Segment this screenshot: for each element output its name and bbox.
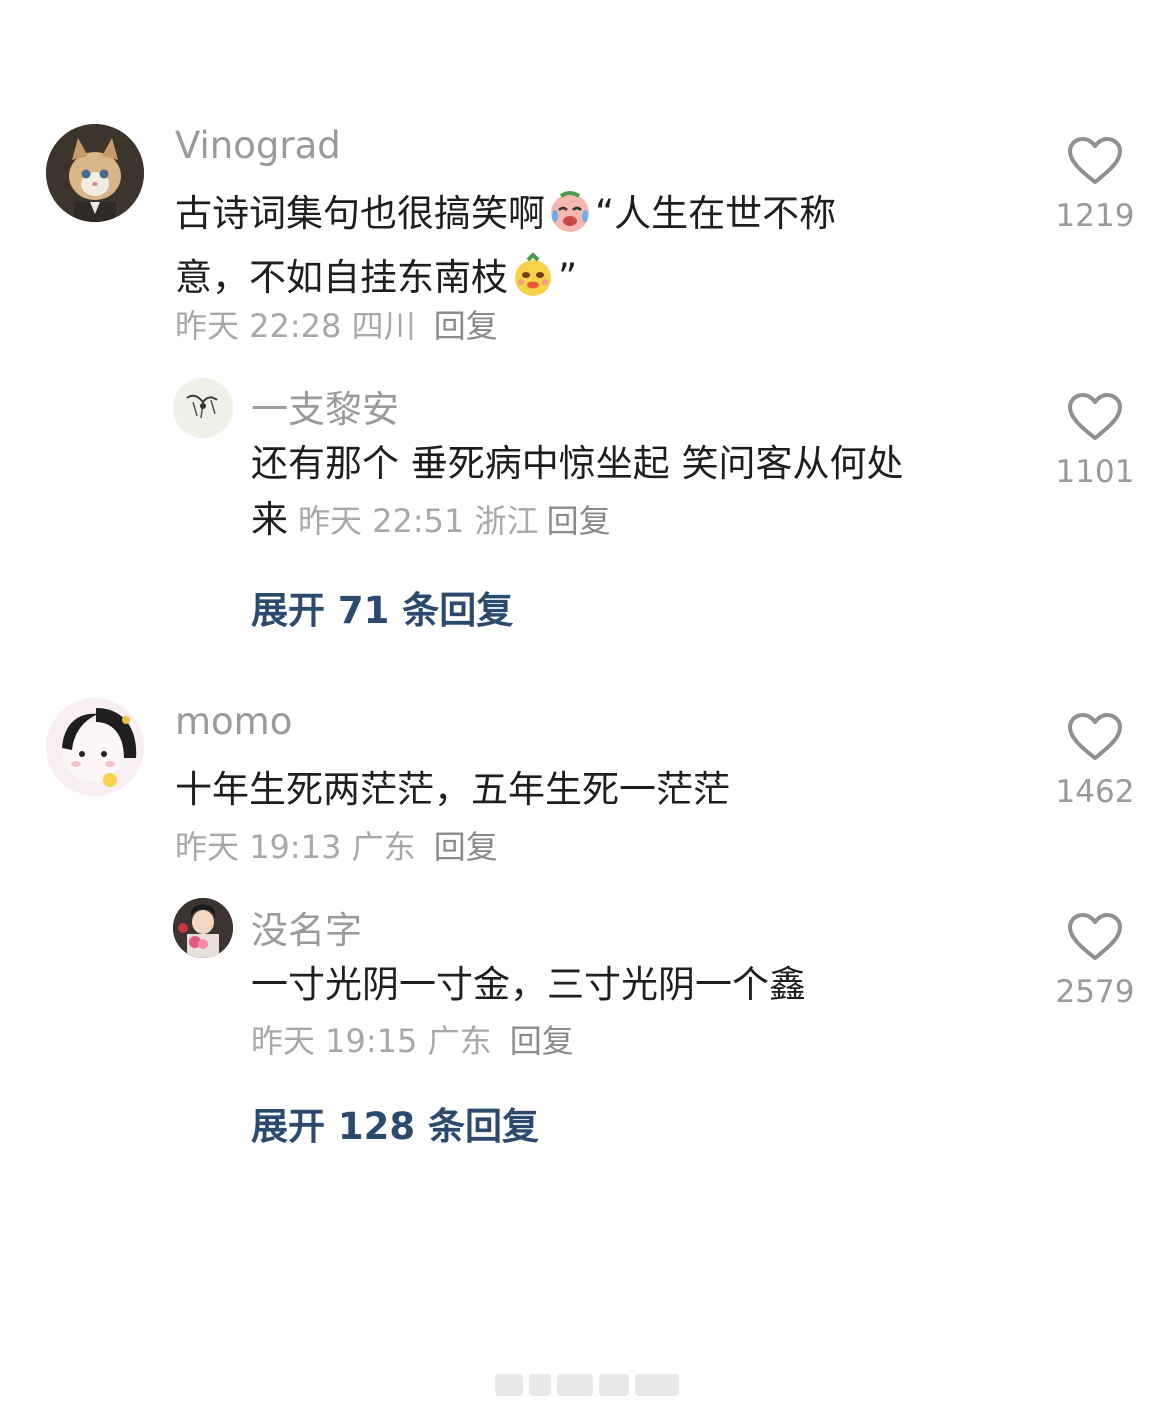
- like-button[interactable]: 1462: [1040, 712, 1150, 810]
- like-button[interactable]: 2579: [1040, 912, 1150, 1010]
- comment-location: 四川: [351, 307, 416, 345]
- heart-icon: [1068, 393, 1122, 440]
- reply-button[interactable]: 回复: [434, 307, 498, 345]
- reply-username[interactable]: 没名字: [251, 900, 362, 954]
- heart-icon: [1068, 913, 1122, 960]
- laughing-crying-emoji-icon: [547, 188, 593, 250]
- comment-location: 广东: [351, 828, 416, 866]
- avatar-reply-user[interactable]: [173, 898, 233, 958]
- reply-button[interactable]: 回复: [510, 1022, 574, 1060]
- comment-meta: 昨天 22:28 四川 回复: [175, 301, 498, 347]
- smirk-emoji-icon: [510, 252, 556, 314]
- expand-replies-link[interactable]: 展开 128 条回复: [251, 1096, 539, 1150]
- comment-time: 昨天 22:28: [175, 307, 342, 345]
- like-count: 2579: [1055, 974, 1135, 1010]
- heart-icon: [1068, 137, 1122, 184]
- reply-text: 一寸光阴一寸金，三寸光阴一个鑫: [251, 963, 806, 1006]
- comment-time: 昨天 19:13: [175, 828, 342, 866]
- reply-button[interactable]: 回复: [434, 828, 498, 866]
- comment-username[interactable]: momo: [175, 700, 292, 743]
- avatar-reply-user[interactable]: [173, 378, 233, 438]
- reply-meta: 昨天 19:15 广东 回复: [251, 1016, 574, 1062]
- comment-text: 十年生死两茫茫，五年生死一茫茫: [175, 768, 730, 811]
- reply-location: 浙江: [474, 502, 539, 540]
- reply-meta: 昨天 22:51 浙江 回复: [298, 502, 611, 540]
- like-count: 1462: [1055, 774, 1135, 810]
- comment-text: 古诗词集句也很搞笑啊 “人生在世不称 意，不如自挂东南枝”: [175, 186, 836, 314]
- like-button[interactable]: 1219: [1040, 136, 1150, 234]
- expand-replies-link[interactable]: 展开 71 条回复: [251, 580, 513, 634]
- like-count: 1219: [1055, 198, 1135, 234]
- reply-location: 广东: [427, 1022, 492, 1060]
- comment-username[interactable]: Vinograd: [175, 124, 341, 167]
- like-button[interactable]: 1101: [1040, 392, 1150, 490]
- reply-text: 还有那个 垂死病中惊坐起 笑问客从何处 来昨天 22:51 浙江 回复: [251, 442, 904, 541]
- reply-time: 昨天 19:15: [251, 1022, 418, 1060]
- like-count: 1101: [1055, 454, 1135, 490]
- heart-icon: [1068, 713, 1122, 760]
- reply-button[interactable]: 回复: [547, 502, 611, 540]
- reply-time: 昨天 22:51: [298, 502, 465, 540]
- avatar-vinograd[interactable]: [46, 124, 144, 222]
- avatar-momo[interactable]: [46, 698, 144, 796]
- watermark: [495, 1370, 685, 1400]
- reply-username[interactable]: 一支黎安: [251, 379, 399, 433]
- comment-meta: 昨天 19:13 广东 回复: [175, 822, 498, 868]
